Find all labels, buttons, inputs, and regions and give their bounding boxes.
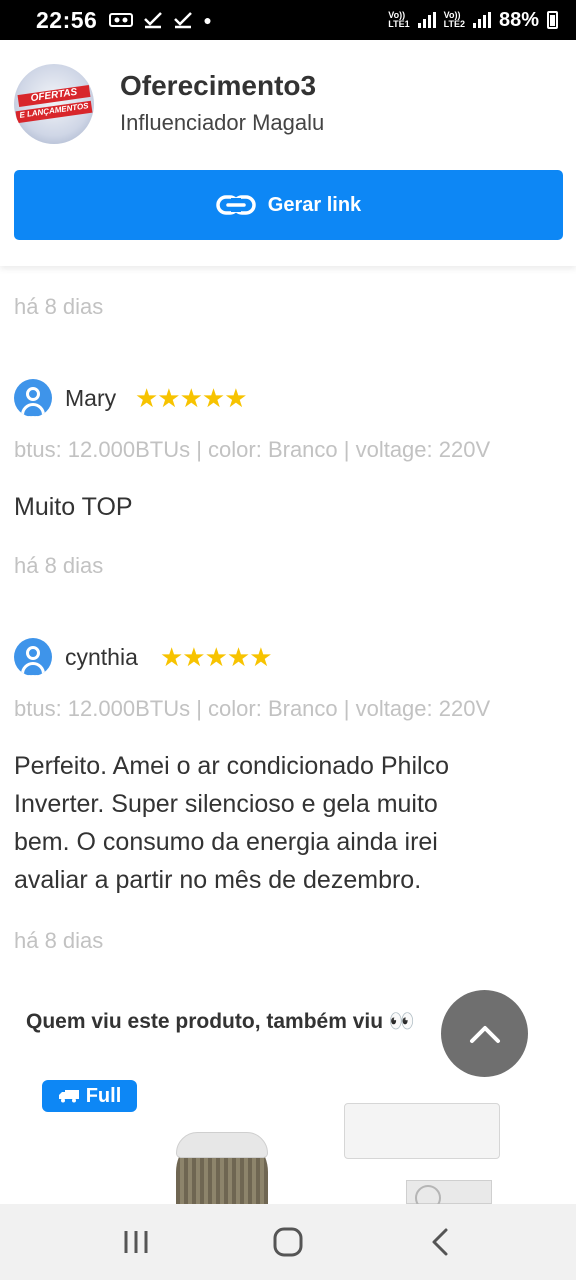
battery-icon bbox=[547, 11, 558, 29]
review-date: há 8 dias bbox=[14, 553, 104, 578]
link-icon bbox=[216, 195, 256, 215]
system-nav-bar bbox=[0, 1204, 576, 1280]
notification-icons: ● bbox=[109, 11, 212, 29]
rating-stars: ★★★★★ bbox=[135, 383, 248, 413]
reviewer-name: Mary bbox=[65, 385, 117, 411]
user-avatar-icon bbox=[14, 379, 52, 417]
clock: 22:56 bbox=[36, 6, 98, 33]
check-icon bbox=[174, 12, 193, 29]
check-icon bbox=[144, 12, 163, 29]
status-bar: 22:56 ● Vo)) LTE1 Vo)) LTE2 88% bbox=[0, 0, 576, 40]
home-icon bbox=[273, 1227, 303, 1257]
sim1-label: Vo)) LTE1 bbox=[388, 10, 410, 29]
review-text: Muito TOP bbox=[14, 493, 133, 521]
rating-stars: ★★★★★ bbox=[160, 642, 273, 672]
sim2-label: Vo)) LTE2 bbox=[443, 10, 465, 29]
truck-icon bbox=[58, 1090, 79, 1103]
back-icon bbox=[432, 1228, 448, 1256]
full-badge: Full bbox=[42, 1080, 137, 1112]
chevron-up-icon bbox=[469, 1025, 500, 1043]
influencer-header: OFERTAS E LANÇAMENTOS Oferecimento3 Infl… bbox=[0, 40, 576, 266]
signal-icon bbox=[417, 12, 436, 28]
review-variant: btus: 12.000BTUs | color: Branco | volta… bbox=[14, 437, 491, 462]
recent-apps-icon bbox=[124, 1231, 148, 1253]
recent-apps-button[interactable] bbox=[106, 1212, 166, 1272]
store-logo[interactable]: OFERTAS E LANÇAMENTOS bbox=[14, 64, 94, 144]
store-subtitle: Influenciador Magalu bbox=[120, 110, 325, 135]
battery-level: 88% bbox=[498, 8, 539, 31]
voicemail-icon bbox=[109, 13, 134, 27]
status-right: Vo)) LTE1 Vo)) LTE2 88% bbox=[388, 9, 558, 32]
generate-link-button[interactable]: Gerar link bbox=[14, 170, 563, 240]
reviewer-name: cynthia bbox=[65, 644, 138, 670]
product-image-fan-top bbox=[176, 1132, 268, 1158]
review-date: há 8 dias bbox=[14, 294, 104, 319]
home-button[interactable] bbox=[258, 1212, 318, 1272]
review-text: Perfeito. Amei o ar condicionado Philco … bbox=[14, 752, 449, 894]
also-viewed-title: Quem viu este produto, também viu 👀 bbox=[26, 1010, 416, 1033]
scroll-to-top-button[interactable] bbox=[441, 990, 528, 1077]
store-name: Oferecimento3 bbox=[120, 70, 317, 101]
back-button[interactable] bbox=[410, 1212, 470, 1272]
generate-link-label: Gerar link bbox=[267, 193, 362, 216]
product-image-air-conditioner[interactable] bbox=[344, 1103, 500, 1159]
signal-icon bbox=[472, 12, 491, 28]
product-image-condenser bbox=[406, 1180, 492, 1211]
review-variant: btus: 12.000BTUs | color: Branco | volta… bbox=[14, 696, 491, 721]
dot-icon: ● bbox=[203, 12, 212, 28]
user-avatar-icon bbox=[14, 638, 52, 676]
review-date: há 8 dias bbox=[14, 928, 104, 953]
